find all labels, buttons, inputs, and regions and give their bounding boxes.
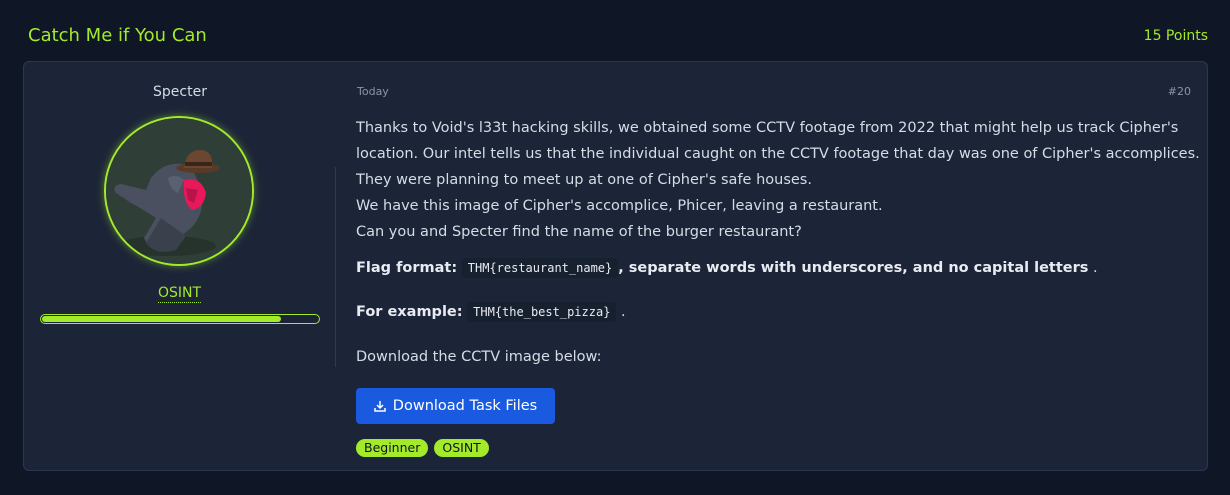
example-code: THM{the_best_pizza} — [467, 302, 617, 322]
tag-beginner[interactable]: Beginner — [356, 439, 429, 457]
example-end: . — [621, 304, 626, 320]
author-avatar — [104, 116, 254, 266]
message-card: Specter OSINT Today #20 Thanks to Void's… — [23, 61, 1208, 471]
body-line: We have this image of Cipher's accomplic… — [356, 198, 883, 214]
flag-format-end: . — [1093, 260, 1098, 276]
example-row: For example: THM{the_best_pizza} . — [356, 302, 626, 322]
download-button-label: Download Task Files — [392, 398, 538, 414]
author-name: Specter — [153, 84, 207, 100]
download-icon — [374, 401, 386, 412]
progress-fill — [42, 316, 282, 322]
post-number[interactable]: #20 — [1168, 85, 1191, 98]
task-header[interactable]: Catch Me if You Can 15 Points — [0, 0, 1230, 62]
flag-format-rule: , separate words with underscores, and n… — [618, 260, 1089, 276]
tag-osint[interactable]: OSINT — [434, 439, 489, 457]
column-divider — [335, 167, 336, 367]
category-text[interactable]: OSINT — [157, 285, 202, 303]
task-title[interactable]: Catch Me if You Can — [28, 25, 207, 46]
post-date: Today — [357, 85, 389, 98]
flag-format-row: Flag format: THM{restaurant_name}, separ… — [356, 258, 1098, 278]
body-line: Can you and Specter find the name of the… — [356, 224, 802, 240]
task-points: 15 Points — [1143, 28, 1208, 44]
flag-format-code: THM{restaurant_name} — [461, 258, 619, 278]
download-instruction: Download the CCTV image below: — [356, 349, 602, 365]
tag-list: Beginner OSINT — [356, 439, 489, 457]
download-task-files-button[interactable]: Download Task Files — [356, 388, 555, 424]
body-line: Thanks to Void's l33t hacking skills, we… — [356, 120, 1179, 136]
flag-format-label: Flag format: — [356, 260, 458, 276]
spy-figure-icon — [106, 118, 252, 264]
body-line: They were planning to meet up at one of … — [356, 172, 812, 188]
author-progress-bar — [40, 314, 320, 324]
author-category[interactable]: OSINT — [24, 285, 335, 303]
body-line: location. Our intel tells us that the in… — [356, 146, 1200, 162]
example-label: For example: — [356, 304, 463, 320]
post-body: Thanks to Void's l33t hacking skills, we… — [356, 115, 1200, 245]
